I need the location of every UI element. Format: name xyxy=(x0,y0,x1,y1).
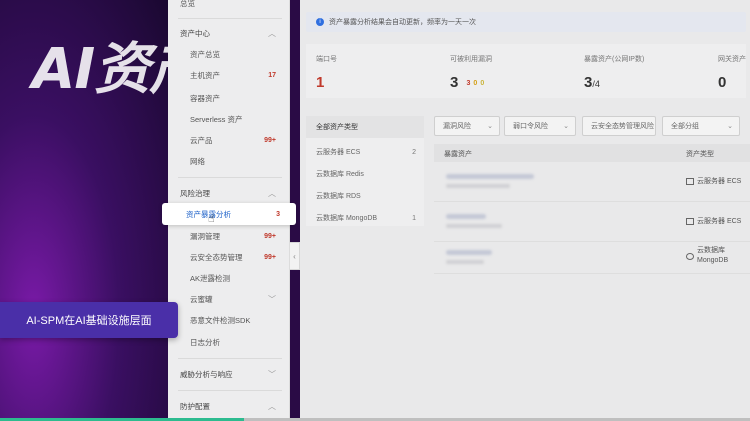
sidebar-item-overview[interactable]: 总览 xyxy=(168,0,290,14)
group-threat-analysis[interactable]: 威胁分析与响应 ﹀ xyxy=(168,363,290,385)
stat-exposed-assets[interactable]: 暴露资产(公网IP数) 3/4 xyxy=(584,54,644,91)
sidebar-item-host-assets[interactable]: 主机资产 17 xyxy=(168,64,290,86)
redacted-text xyxy=(446,250,492,255)
stat-vulns[interactable]: 可被利用漏洞 3 300 xyxy=(450,54,492,91)
group-risk-governance[interactable]: 风险治理 ︿ xyxy=(168,182,290,204)
count-badge: 99+ xyxy=(264,136,276,144)
sidebar-item-malware-sdk[interactable]: 恶意文件检测SDK xyxy=(168,309,290,331)
chevron-up-icon: ︿ xyxy=(268,188,276,198)
asset-type-mongodb[interactable]: 云数据库 MongoDB 1 xyxy=(306,207,424,229)
divider xyxy=(178,18,282,19)
divider xyxy=(178,177,282,178)
redacted-text xyxy=(446,224,502,228)
chevron-down-icon: ⌄ xyxy=(487,123,493,130)
asset-type-rds[interactable]: 云数据库 RDS xyxy=(306,185,424,207)
asset-type-list: 全部资产类型 云服务器 ECS 2 云数据库 Redis 云数据库 RDS 云数据… xyxy=(306,116,424,226)
chevron-down-icon: ﹀ xyxy=(268,369,276,379)
sidebar-item-log-analysis[interactable]: 日志分析 xyxy=(168,331,290,353)
table-row[interactable]: 云服务器 ECS xyxy=(434,202,750,242)
group-asset-center[interactable]: 资产中心 ︿ xyxy=(168,22,290,44)
chevron-down-icon: ⌄ xyxy=(563,123,569,130)
chevron-up-icon: ︿ xyxy=(268,28,276,38)
table-row[interactable]: 云数据库 MongoDB xyxy=(434,242,750,274)
database-icon xyxy=(686,252,694,260)
chevron-down-icon: ⌄ xyxy=(727,123,733,130)
count-badge: 99+ xyxy=(264,253,276,261)
severity-badges: 300 xyxy=(466,79,485,87)
server-icon xyxy=(686,177,694,185)
redacted-text xyxy=(446,174,534,179)
stats-panel: 端口号 1 可被利用漏洞 3 300 暴露资产(公网IP数) 3/4 网关资产 … xyxy=(306,44,746,98)
hand-cursor-icon: ☝ xyxy=(208,213,215,225)
filter-cspm-risk[interactable]: 云安全态势管理风险 xyxy=(582,116,656,136)
chevron-down-icon: ﹀ xyxy=(268,294,276,304)
filter-weak-password[interactable]: 弱口令风险 ⌄ xyxy=(504,116,576,136)
stat-gateway-assets[interactable]: 网关资产 0 xyxy=(718,54,746,91)
collapse-sidebar-button[interactable]: ‹ xyxy=(290,242,300,270)
sidebar-item-cspm[interactable]: 云安全态势管理 99+ xyxy=(168,246,290,268)
divider xyxy=(178,358,282,359)
type-cell: 云服务器 ECS xyxy=(686,176,741,186)
asset-type-redis[interactable]: 云数据库 Redis xyxy=(306,163,424,185)
filter-vuln-risk[interactable]: 漏洞风险 ⌄ xyxy=(434,116,500,136)
redacted-text xyxy=(446,260,484,264)
sidebar-item-honeypot[interactable]: 云蜜罐 ﹀ xyxy=(168,288,290,310)
count-badge: 3 xyxy=(276,210,280,218)
sidebar-item-vuln-management[interactable]: 漏洞管理 99+ xyxy=(168,225,290,247)
caption-banner: AI-SPM在AI基础设施层面 xyxy=(0,302,178,338)
sidebar-item-network[interactable]: 网络 xyxy=(168,150,290,172)
chevron-up-icon: ︿ xyxy=(268,401,276,411)
hero-panel: AI资产 xyxy=(0,0,168,421)
sidebar-item-asset-exposure[interactable]: 资产暴露分析 3 xyxy=(162,203,296,225)
filter-group[interactable]: 全部分组 ⌄ xyxy=(662,116,740,136)
chevron-left-icon: ‹ xyxy=(293,251,296,261)
table-row[interactable]: 云服务器 ECS xyxy=(434,162,750,202)
server-icon xyxy=(686,217,694,225)
asset-type-all[interactable]: 全部资产类型 xyxy=(306,116,424,138)
table-header: 暴露资产 资产类型 xyxy=(434,144,750,162)
info-notice: i 资产暴露分析结果会自动更新，频率为一天一次 xyxy=(306,12,746,32)
sidebar-menu: 总览 资产中心 ︿ 资产总览 主机资产 17 容器资产 Serverless 资… xyxy=(162,0,296,421)
info-icon: i xyxy=(316,18,324,26)
count-badge: 17 xyxy=(268,71,276,79)
sidebar-item-ak-leak[interactable]: AK泄露检测 xyxy=(168,267,290,289)
sidebar-item-asset-overview[interactable]: 资产总览 xyxy=(168,43,290,65)
asset-type-ecs[interactable]: 云服务器 ECS 2 xyxy=(306,141,424,163)
group-protection-config[interactable]: 防护配置 ︿ xyxy=(168,395,290,417)
sidebar-item-cloud-products[interactable]: 云产品 99+ xyxy=(168,129,290,151)
redacted-text xyxy=(446,214,486,219)
type-cell: 云数据库 MongoDB xyxy=(686,246,728,266)
redacted-text xyxy=(446,184,510,188)
divider xyxy=(178,390,282,391)
sidebar-item-container-assets[interactable]: 容器资产 xyxy=(168,87,290,109)
count-badge: 99+ xyxy=(264,232,276,240)
type-cell: 云服务器 ECS xyxy=(686,216,741,226)
stat-port[interactable]: 端口号 1 xyxy=(316,54,337,91)
hero-title: AI资产 xyxy=(32,37,168,102)
sidebar-item-serverless[interactable]: Serverless 资产 xyxy=(168,108,290,130)
